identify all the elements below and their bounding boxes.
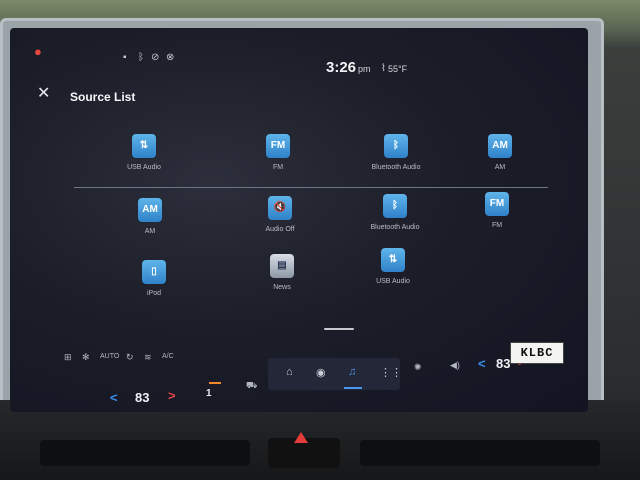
news-icon: ▤ bbox=[270, 254, 294, 278]
source-tile-usb-audio[interactable]: ⇅ USB Audio bbox=[94, 134, 194, 194]
active-tab-indicator bbox=[344, 387, 362, 389]
no-signal-icon: ⊘ bbox=[151, 52, 160, 63]
infotainment-screen: ● ▪ ᛒ ⊘ ⊗ 3:26 pm ⌇ 55°F ✕ Source List ⇅… bbox=[10, 28, 588, 412]
climate-auto[interactable]: AUTO bbox=[100, 353, 119, 360]
clock-ampm: pm bbox=[358, 64, 371, 74]
driver-temp-down-icon[interactable]: < bbox=[110, 390, 118, 405]
airflow-icon[interactable]: ≋ bbox=[144, 352, 152, 363]
passenger-temp: 83 bbox=[496, 356, 511, 371]
wifi-off-icon: ⊗ bbox=[166, 52, 175, 63]
source-label: Bluetooth Audio bbox=[370, 224, 420, 231]
source-label: USB Audio bbox=[127, 164, 161, 171]
source-tile-fm-2[interactable]: FM FM bbox=[447, 192, 547, 252]
seat-heat-level-bar bbox=[209, 382, 221, 384]
source-tile-audio-off[interactable]: 🔇 Audio Off bbox=[230, 196, 330, 256]
bluetooth-audio-icon: ᛒ bbox=[383, 194, 407, 218]
source-label: Audio Off bbox=[265, 226, 295, 233]
source-tile-usb-audio-2[interactable]: ⇅ USB Audio bbox=[343, 248, 443, 308]
thermometer-icon: ⌇ bbox=[381, 63, 386, 74]
source-label: FM bbox=[272, 164, 284, 171]
fm-radio-icon: FM bbox=[485, 192, 509, 216]
ipod-icon: ▯ bbox=[142, 260, 166, 284]
bluetooth-audio-icon: ᛒ bbox=[384, 134, 408, 158]
home-icon[interactable]: ⌂ bbox=[286, 366, 293, 378]
source-label: News bbox=[273, 284, 291, 291]
driver-temp-up-icon[interactable]: > bbox=[168, 388, 176, 403]
music-icon[interactable]: ♫ bbox=[348, 366, 356, 378]
clock: 3:26 bbox=[326, 59, 357, 76]
settings-icon[interactable]: ✺ bbox=[414, 362, 422, 373]
source-tile-bluetooth-audio-2[interactable]: ᛒ Bluetooth Audio bbox=[345, 194, 445, 254]
climate-ac[interactable]: A/C bbox=[162, 353, 174, 360]
source-tile-news[interactable]: ▤ News bbox=[232, 254, 332, 314]
bluetooth-icon: ᛒ bbox=[138, 52, 144, 63]
alert-icon[interactable]: ● bbox=[34, 44, 42, 59]
message-icon: ▪ bbox=[123, 52, 127, 63]
page-indicator bbox=[324, 328, 354, 330]
fan-icon[interactable]: ✻ bbox=[82, 352, 90, 363]
hazard-icon bbox=[294, 432, 308, 443]
source-tile-fm[interactable]: FM FM bbox=[228, 134, 328, 194]
mute-icon: 🔇 bbox=[268, 196, 292, 220]
source-label: Bluetooth Audio bbox=[371, 164, 421, 171]
sticker-label: KLBC bbox=[510, 342, 564, 364]
source-tile-am[interactable]: AM AM bbox=[450, 134, 550, 194]
fm-radio-icon: FM bbox=[266, 134, 290, 158]
usb-icon: ⇅ bbox=[381, 248, 405, 272]
source-label: FM bbox=[491, 222, 503, 229]
usb-icon: ⇅ bbox=[132, 134, 156, 158]
am-radio-icon: AM bbox=[488, 134, 512, 158]
vehicle-icon[interactable]: ⛟ bbox=[246, 380, 257, 392]
source-label: iPod bbox=[146, 290, 161, 297]
passenger-temp-down-icon[interactable]: < bbox=[478, 356, 486, 371]
outside-temperature: 55°F bbox=[388, 64, 408, 74]
source-label: AM bbox=[144, 228, 156, 235]
apps-icon[interactable]: ⋮⋮ bbox=[380, 366, 402, 379]
bottom-bar: ⊞ ✻ AUTO ↻ ≋ A/C < 83 > 1 ⛟ ⌂ ◉ ♫ ⋮⋮ ✺ ◀… bbox=[10, 332, 588, 412]
rear-defrost-icon[interactable]: ⊞ bbox=[64, 352, 72, 363]
source-label: AM bbox=[494, 164, 506, 171]
driver-temp: 83 bbox=[135, 390, 150, 405]
nav-bar: ⌂ ◉ ♫ ⋮⋮ bbox=[268, 358, 402, 390]
source-tile-bluetooth-audio[interactable]: ᛒ Bluetooth Audio bbox=[346, 134, 446, 194]
am-radio-icon: AM bbox=[138, 198, 162, 222]
source-label: USB Audio bbox=[376, 278, 410, 285]
source-tile-ipod[interactable]: ▯ iPod bbox=[104, 260, 204, 320]
recirculation-icon[interactable]: ↻ bbox=[126, 352, 134, 363]
air-vent-left bbox=[40, 440, 250, 466]
status-bar: ● ▪ ᛒ ⊘ ⊗ 3:26 pm ⌇ 55°F bbox=[10, 28, 588, 78]
close-icon[interactable]: ✕ bbox=[37, 86, 50, 102]
nav-pin-icon[interactable]: ◉ bbox=[316, 366, 326, 379]
air-vent-right bbox=[360, 440, 600, 466]
row-divider bbox=[74, 187, 548, 188]
volume-icon[interactable]: ◀) bbox=[450, 360, 460, 371]
page-title: Source List bbox=[70, 90, 136, 104]
seat-heat-button[interactable]: 1 bbox=[206, 388, 212, 399]
source-tile-am-2[interactable]: AM AM bbox=[100, 198, 200, 258]
